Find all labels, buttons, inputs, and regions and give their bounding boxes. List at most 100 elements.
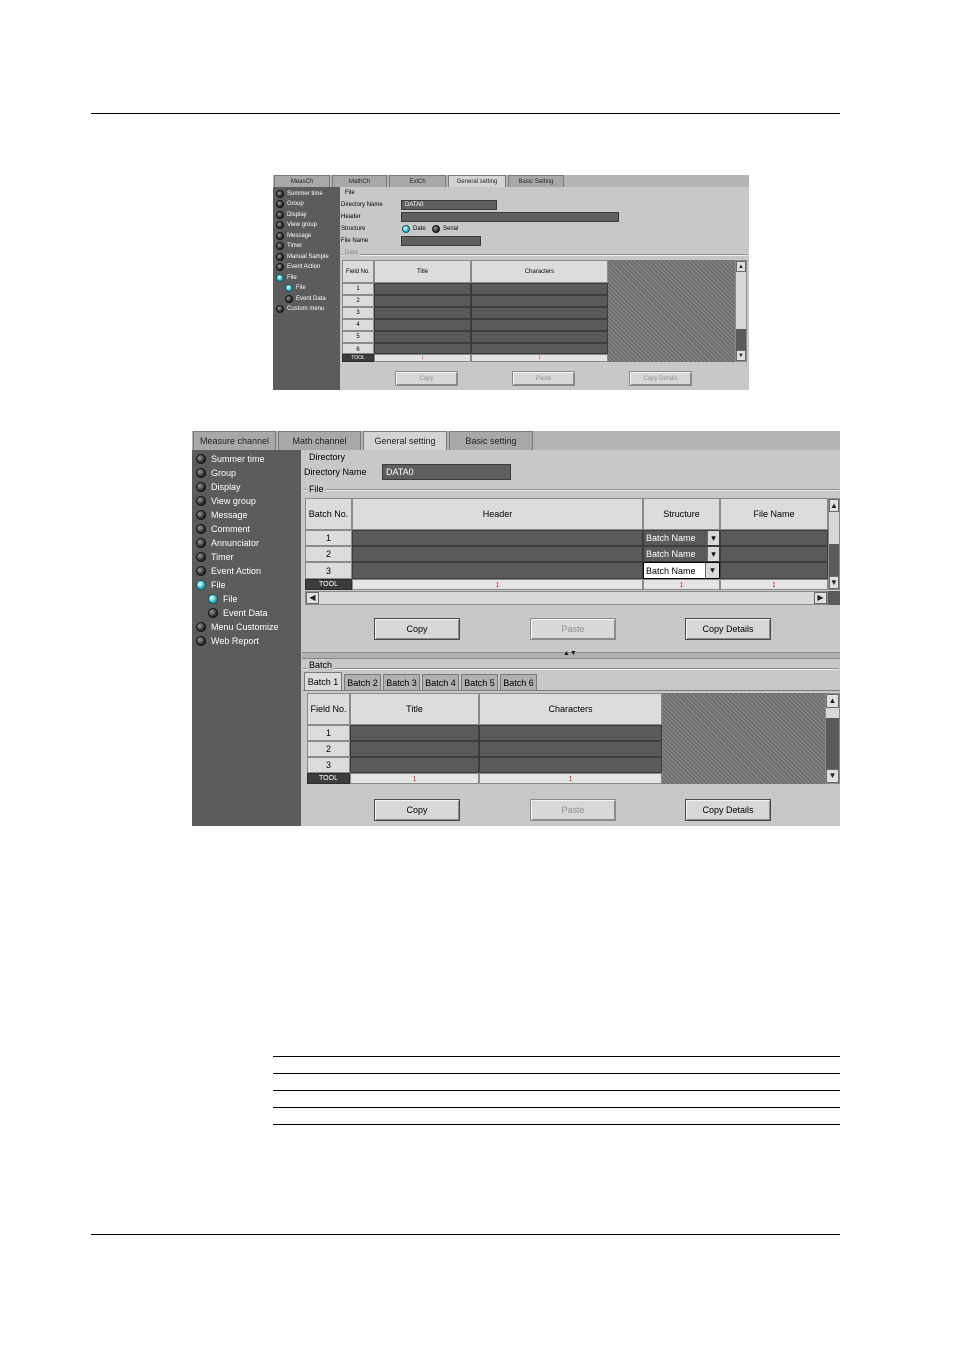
- file-horizontal-scrollbar[interactable]: ◀ ▶: [305, 591, 828, 605]
- tab-batch-1[interactable]: Batch 1: [304, 672, 342, 690]
- splitter-arrows-icon[interactable]: ▲▼: [563, 650, 577, 657]
- sidebar-item-group[interactable]: Group: [196, 468, 236, 478]
- characters-cell[interactable]: [479, 741, 662, 757]
- sidebar-item-summer-time[interactable]: Summer time: [276, 190, 323, 198]
- characters-cell[interactable]: [471, 283, 608, 295]
- sidebar-item-display[interactable]: Display: [196, 482, 241, 492]
- batch-copy-button[interactable]: Copy: [374, 799, 460, 821]
- sidebar-item-display[interactable]: Display: [276, 211, 307, 219]
- tab-extch[interactable]: ExtCh: [389, 175, 446, 187]
- title-cell[interactable]: [374, 283, 471, 295]
- title-cell[interactable]: [350, 757, 479, 773]
- header-field[interactable]: [401, 212, 619, 222]
- copy-details-button[interactable]: Copy Details: [685, 618, 771, 640]
- characters-cell[interactable]: [471, 295, 608, 307]
- tab-general-setting[interactable]: General setting: [448, 175, 506, 187]
- radio-date-icon[interactable]: [402, 225, 410, 233]
- title-cell[interactable]: [374, 331, 471, 343]
- scroll-thumb[interactable]: [826, 718, 839, 770]
- characters-cell[interactable]: [471, 319, 608, 331]
- chevron-down-icon[interactable]: ▾: [705, 563, 719, 578]
- scroll-up-icon[interactable]: ▲: [826, 694, 839, 708]
- scroll-right-icon[interactable]: ▶: [814, 592, 827, 604]
- title-cell[interactable]: [350, 725, 479, 741]
- tool-title-cell[interactable]: ↕: [374, 354, 471, 362]
- tab-batch-6[interactable]: Batch 6: [500, 674, 537, 690]
- characters-cell[interactable]: [471, 343, 608, 354]
- directory-name-field[interactable]: DATA0: [401, 200, 497, 210]
- sidebar-item-menu-customize[interactable]: Menu Customize: [196, 622, 279, 632]
- tab-batch-4[interactable]: Batch 4: [422, 674, 459, 690]
- sidebar-item-message[interactable]: Message: [196, 510, 248, 520]
- characters-cell[interactable]: [471, 331, 608, 343]
- characters-cell[interactable]: [479, 725, 662, 741]
- sidebar-subitem-file[interactable]: File: [208, 594, 238, 604]
- structure-dropdown-active[interactable]: Batch Name ▾: [643, 562, 720, 579]
- sidebar-item-manual-sample[interactable]: Manual Sample: [276, 253, 329, 261]
- header-cell[interactable]: [352, 546, 643, 562]
- sidebar-item-comment[interactable]: Comment: [196, 524, 250, 534]
- tool-title-cell[interactable]: ↕: [350, 773, 479, 784]
- structure-dropdown[interactable]: Batch Name ▾: [643, 530, 720, 546]
- file-name-cell[interactable]: [720, 546, 828, 562]
- scroll-thumb[interactable]: [829, 544, 839, 576]
- batch-copy-details-button[interactable]: Copy Details: [685, 799, 771, 821]
- tab-batch-5[interactable]: Batch 5: [461, 674, 498, 690]
- chevron-down-icon[interactable]: ▾: [707, 531, 719, 545]
- sidebar-item-view-group[interactable]: View group: [276, 221, 317, 229]
- radio-serial-icon[interactable]: [432, 225, 440, 233]
- sidebar-subitem-event-data[interactable]: Event Data: [208, 608, 268, 618]
- scroll-up-icon[interactable]: ▲: [736, 261, 746, 272]
- tab-batch-2[interactable]: Batch 2: [344, 674, 381, 690]
- tab-measure-channel[interactable]: Measure channel: [193, 431, 276, 450]
- sidebar-subitem-file[interactable]: File: [285, 284, 306, 292]
- file-name-field[interactable]: [401, 236, 481, 246]
- file-name-cell[interactable]: [720, 530, 828, 546]
- sidebar-item-custom-menu[interactable]: Custom menu: [276, 305, 324, 313]
- tab-mathch[interactable]: MathCh: [332, 175, 387, 187]
- sidebar-item-event-action[interactable]: Event Action: [196, 566, 261, 576]
- scroll-down-icon[interactable]: ▼: [736, 350, 746, 361]
- sidebar-item-event-action[interactable]: Event Action: [276, 263, 320, 271]
- batch-vertical-scrollbar[interactable]: ▲ ▼: [825, 693, 840, 784]
- tab-basic-setting[interactable]: Basic setting: [449, 431, 533, 450]
- tool-header-cell[interactable]: ↕: [352, 579, 643, 590]
- paste-button[interactable]: Paste: [512, 371, 575, 386]
- tab-batch-3[interactable]: Batch 3: [383, 674, 420, 690]
- directory-name-field[interactable]: DATA0: [382, 464, 511, 480]
- tool-characters-cell[interactable]: ↕: [471, 354, 608, 362]
- chevron-down-icon[interactable]: ▾: [707, 547, 719, 561]
- tab-math-channel[interactable]: Math channel: [278, 431, 361, 450]
- file-name-cell[interactable]: [720, 562, 828, 579]
- copy-button[interactable]: Copy: [395, 371, 458, 386]
- tool-structure-cell[interactable]: ↕: [643, 579, 720, 590]
- title-cell[interactable]: [374, 295, 471, 307]
- title-cell[interactable]: [374, 343, 471, 354]
- header-cell[interactable]: [352, 562, 643, 579]
- tab-basic-setting[interactable]: Basic Setting: [508, 175, 564, 187]
- sidebar-item-annunciator[interactable]: Annunciator: [196, 538, 259, 548]
- header-cell[interactable]: [352, 530, 643, 546]
- characters-cell[interactable]: [479, 757, 662, 773]
- batch-paste-button[interactable]: Paste: [530, 799, 616, 821]
- sidebar-item-message[interactable]: Message: [276, 232, 311, 240]
- scroll-thumb[interactable]: [736, 329, 746, 351]
- scroll-left-icon[interactable]: ◀: [306, 592, 319, 604]
- sidebar-item-summer-time[interactable]: Summer time: [196, 454, 265, 464]
- sidebar-item-view-group[interactable]: View group: [196, 496, 256, 506]
- copy-details-button[interactable]: Copy Details: [629, 371, 692, 386]
- sidebar-item-timer[interactable]: Timer: [196, 552, 234, 562]
- sidebar-subitem-event-data[interactable]: Event Data: [285, 295, 326, 303]
- title-cell[interactable]: [374, 307, 471, 319]
- scroll-down-icon[interactable]: ▼: [826, 769, 839, 783]
- tab-measch[interactable]: MeasCh: [274, 175, 330, 187]
- tab-general-setting[interactable]: General setting: [363, 431, 447, 450]
- tool-file-name-cell[interactable]: ↕: [720, 579, 828, 590]
- characters-cell[interactable]: [471, 307, 608, 319]
- title-cell[interactable]: [350, 741, 479, 757]
- sidebar-item-group[interactable]: Group: [276, 200, 304, 208]
- paste-button[interactable]: Paste: [530, 618, 616, 640]
- scroll-up-icon[interactable]: ▲: [829, 499, 839, 512]
- vertical-scrollbar[interactable]: ▲ ▼: [735, 260, 747, 362]
- file-vertical-scrollbar[interactable]: ▲ ▼: [828, 498, 840, 590]
